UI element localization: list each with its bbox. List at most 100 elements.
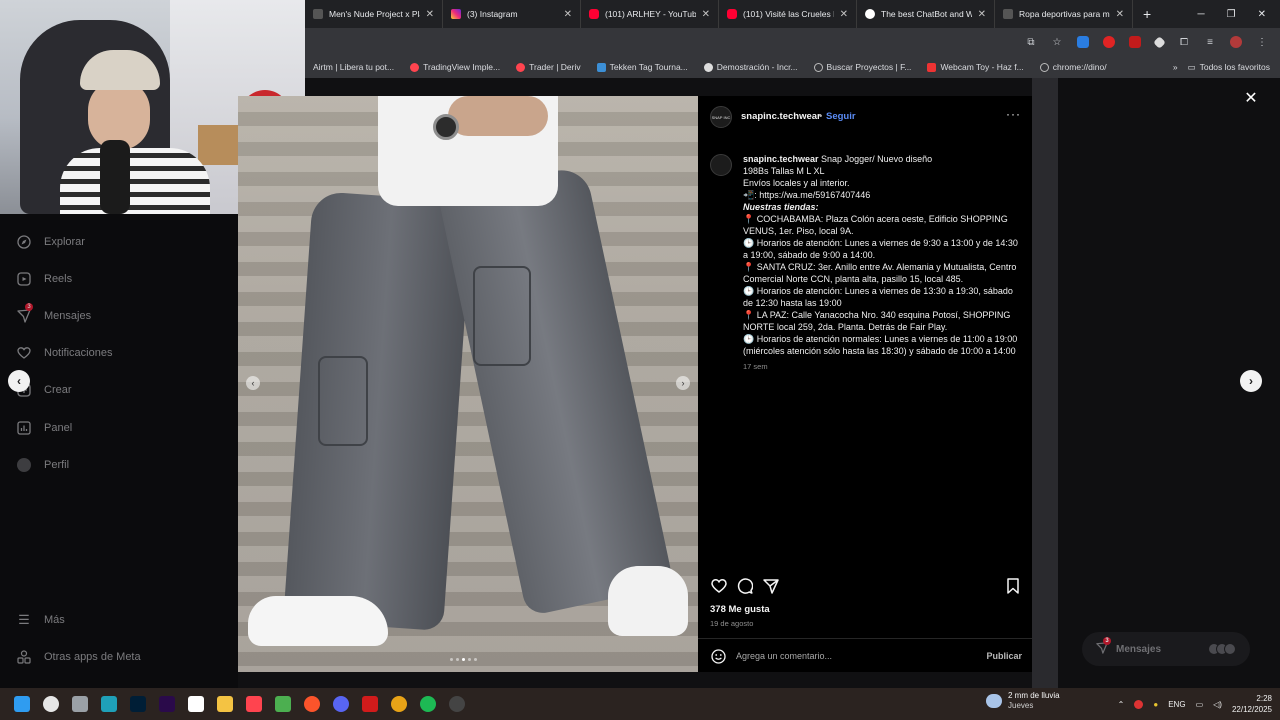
close-tab-icon[interactable]: ✕ [702,9,710,20]
extension-icon[interactable] [1103,36,1115,48]
bookmark-item[interactable]: Airtm | Libera tu pot... [305,62,402,72]
close-tab-icon[interactable]: ✕ [1116,9,1124,20]
taskbar-explorer-icon[interactable] [211,690,239,718]
bookmarks-overflow-button[interactable]: » [1163,62,1188,72]
taskbar-spotify-icon[interactable] [414,690,442,718]
caption-timestamp[interactable]: 17 sem [743,362,768,371]
bookmark-star-icon[interactable]: ☆ [1051,36,1063,48]
carousel-dot [456,658,459,661]
carousel-next-button[interactable]: › [676,376,690,390]
like-heart-icon[interactable] [710,577,728,595]
comment-bubble-icon[interactable] [736,577,754,595]
post-image[interactable]: ‹ › [238,96,698,672]
comment-input[interactable] [736,651,966,661]
extension-icon[interactable] [1129,36,1141,48]
sidebar-item-notificaciones[interactable]: Notificaciones [16,345,112,361]
web-icon [313,9,323,19]
author-avatar[interactable]: SNAP INC [710,106,732,128]
tab-1[interactable]: (3) Instagram ✕ [443,0,581,28]
sidebar-item-mas[interactable]: ☰ Más [16,612,65,628]
emoji-picker-icon[interactable] [710,648,726,664]
new-tab-button[interactable]: + [1143,6,1151,22]
taskbar-minecraft-icon[interactable] [269,690,297,718]
whatsapp-link[interactable]: 📲: https://wa.me/59167407446 [743,190,870,200]
sidebar-item-meta-apps[interactable]: Otras apps de Meta [16,649,141,665]
bookmark-item[interactable]: Demostración - Incr... [696,62,806,72]
bookmark-item[interactable]: TradingView Imple... [402,62,508,72]
more-options-icon[interactable]: ··· [1006,107,1021,121]
tab-0[interactable]: Men's Nude Project x Play ✕ [305,0,443,28]
taskbar-search-icon[interactable] [37,690,65,718]
taskbar-brave-icon[interactable] [298,690,326,718]
network-icon[interactable]: ▭ [1196,700,1204,709]
menu-kebab-icon[interactable]: ⋮ [1256,36,1268,48]
tab-5[interactable]: Ropa deportivas para mu ✕ [995,0,1133,28]
sidebar-item-panel[interactable]: Panel [16,420,72,436]
volume-icon[interactable]: ◁) [1213,700,1222,709]
sidebar-item-explorar[interactable]: Explorar [16,234,85,250]
messages-floating-button[interactable]: 3 Mensajes [1082,632,1250,666]
minimize-icon[interactable]: ─ [1198,9,1205,20]
tray-overflow-chevron-icon[interactable]: ⌃ [1118,700,1125,709]
bookmark-item[interactable]: chrome://dino/ [1032,62,1115,72]
extension-icon[interactable] [1077,36,1089,48]
microphone-icon[interactable]: ● [1153,700,1158,709]
browser-toolbar: ⧉ ☆ ⧠ ≡ ⋮ [305,28,1280,56]
likes-count[interactable]: 378 Me gusta [710,604,770,615]
close-tab-icon[interactable]: ✕ [426,9,434,20]
deriv-icon [516,62,526,72]
extensions-puzzle-icon[interactable]: ⧠ [1178,36,1190,48]
taskbar-opera-icon[interactable] [356,690,384,718]
taskbar-windows-start-icon[interactable] [8,690,36,718]
language-indicator[interactable]: ENG [1168,700,1185,709]
close-window-icon[interactable]: ✕ [1258,9,1266,20]
clock[interactable]: 2:28 22/12/2025 [1232,693,1272,715]
install-app-icon[interactable]: ⧉ [1025,36,1037,48]
taskbar-photoshop-icon[interactable] [124,690,152,718]
weather-widget[interactable]: 2 mm de lluvia Jueves [986,691,1060,711]
tab-3[interactable]: (101) Visité las Crueles Fá ✕ [719,0,857,28]
bookmark-item[interactable]: Tekken Tag Tourna... [589,62,696,72]
bookmark-item[interactable]: Buscar Proyectos | F... [806,62,920,72]
sidebar-item-reels[interactable]: Reels [16,271,72,287]
caption-avatar[interactable] [710,154,732,176]
heart-icon [16,345,32,361]
taskbar-obs-icon[interactable] [443,690,471,718]
share-send-icon[interactable] [762,577,780,595]
close-tab-icon[interactable]: ✕ [564,9,572,20]
taskbar-discord-icon[interactable] [327,690,355,718]
media-control-icon[interactable]: ≡ [1204,36,1216,48]
close-tab-icon[interactable]: ✕ [840,9,848,20]
taskbar-store-icon[interactable] [182,690,210,718]
taskbar-premiere-icon[interactable] [153,690,181,718]
close-tab-icon[interactable]: ✕ [978,9,986,20]
taskbar-edge-icon[interactable] [95,690,123,718]
bookmark-item[interactable]: Webcam Toy - Haz f... [919,62,1031,72]
carousel-indicator [450,658,477,661]
taskbar-file-manager-icon[interactable] [66,690,94,718]
carousel-dot [468,658,471,661]
publish-button[interactable]: Publicar [986,651,1022,661]
author-username[interactable]: snapinc.techwear [741,111,821,122]
messenger-icon: 3 [16,303,33,324]
next-post-button[interactable]: › [1240,370,1262,392]
profile-avatar-icon[interactable] [1230,36,1242,48]
close-icon[interactable]: ✕ [1243,90,1259,107]
all-bookmarks-button[interactable]: ▭ Todos los favoritos [1188,62,1280,73]
carousel-prev-button[interactable]: ‹ [246,376,260,390]
tab-4[interactable]: The best ChatBot and Wri ✕ [857,0,995,28]
taskbar-chrome-icon[interactable] [385,690,413,718]
save-bookmark-icon[interactable] [1004,577,1022,595]
previous-post-button[interactable]: ‹ [8,370,30,392]
caption-username[interactable]: snapinc.techwear [743,154,819,164]
bookmark-item[interactable]: Trader | Deriv [508,62,589,72]
sidebar-item-mensajes[interactable]: 3 Mensajes [16,303,91,324]
sidebar-item-perfil[interactable]: Perfil [16,457,69,473]
taskbar-deriv-icon[interactable] [240,690,268,718]
tray-app-icon[interactable] [1134,699,1144,709]
follow-button[interactable]: Seguir [826,111,856,122]
tab-2[interactable]: (101) ARLHEY - YouTube ✕ [581,0,719,28]
maximize-icon[interactable]: ❐ [1227,9,1236,20]
web-icon [1003,9,1013,19]
extension-icon[interactable] [1153,35,1166,49]
